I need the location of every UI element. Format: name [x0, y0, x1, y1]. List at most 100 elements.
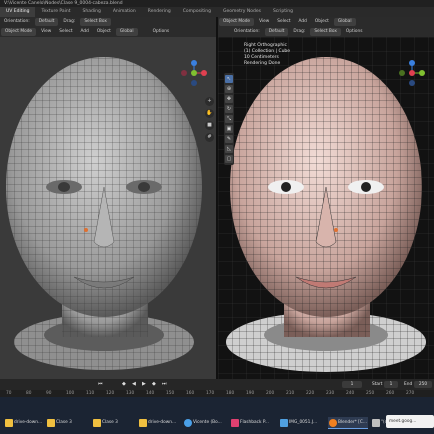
annotate-tool-icon[interactable]: ✎ [225, 135, 233, 143]
end-frame-field[interactable]: 250 [414, 381, 432, 388]
tick-label: 150 [166, 391, 175, 396]
cursor-tool-icon[interactable]: ⊕ [225, 85, 233, 93]
next-keyframe-icon[interactable]: ◆ [152, 381, 156, 388]
menu-add[interactable]: Add [77, 27, 93, 37]
render-status: Rendering Done [244, 61, 281, 66]
taskbar-item-label: Clase 3 [102, 420, 118, 425]
navigation-gizmo-right[interactable] [398, 59, 426, 87]
jump-end-icon[interactable]: ⏭ [162, 381, 167, 388]
camera-icon[interactable]: ■ [205, 121, 214, 130]
orientation-label-right: Orientation: [234, 29, 260, 34]
mode-dropdown-right[interactable]: Object Mode [219, 18, 255, 26]
rotate-tool-icon[interactable]: ↻ [225, 105, 233, 113]
menu-select[interactable]: Select [55, 27, 76, 37]
viewport-header-right-2: Orientation: Default Drag: Select Box Option… [218, 27, 434, 37]
tick-label: 210 [286, 391, 295, 396]
menu-select-right[interactable]: Select [273, 17, 294, 27]
tick-label: 260 [386, 391, 395, 396]
tick-label: 140 [146, 391, 155, 396]
taskbar-item-label: Vicente (Bo... [193, 420, 222, 425]
drag-label-right: Drag: [293, 29, 306, 34]
tab-compositing[interactable]: Compositing [177, 7, 217, 17]
options-dropdown[interactable]: Options [149, 27, 174, 37]
play-reverse-icon[interactable]: ◀ [132, 381, 136, 388]
menu-view-right[interactable]: View [255, 17, 273, 27]
tab-rendering[interactable]: Rendering [142, 7, 177, 17]
prev-keyframe-icon[interactable]: ◆ [122, 381, 126, 388]
grid-icon[interactable]: # [205, 133, 214, 142]
menu-add-right[interactable]: Add [295, 17, 311, 27]
mode-dropdown[interactable]: Object Mode [1, 28, 37, 36]
window-title-bar: V:\Vicente Canelo\Nodes\Clase 9_0004-cab… [0, 0, 434, 7]
taskbar-item-label: Blender* [C... [338, 420, 367, 425]
tab-shading[interactable]: Shading [77, 7, 107, 17]
viewport-info: Right Orthographic (1) Collection | Cube… [244, 43, 290, 67]
transform-orientation-right[interactable]: Global [333, 18, 356, 26]
zoom-icon[interactable]: + [205, 97, 214, 106]
viewport-solid[interactable]: Orientation: Default Drag: Select Box Objec… [0, 17, 216, 379]
window-title: V:\Vicente Canelo\Nodes\Clase 9_0004-cab… [4, 1, 123, 6]
tick-label: 190 [246, 391, 255, 396]
folder-icon [5, 419, 13, 427]
start-label: Start [372, 382, 383, 387]
measure-tool-icon[interactable]: ◺ [225, 145, 233, 153]
jump-start-icon[interactable]: ⏮ [98, 381, 103, 388]
tick-label: 240 [346, 391, 355, 396]
taskbar-item-drive-download-2[interactable]: drive-down... [138, 417, 180, 429]
tab-geometry-nodes[interactable]: Geometry Nodes [217, 7, 267, 17]
tick-label: 120 [106, 391, 115, 396]
viewport-rendered[interactable]: Object Mode View Select Add Object Global Ori… [218, 17, 434, 379]
viewport-header-left-top: Orientation: Default Drag: Select Box [0, 17, 216, 27]
drag-dropdown[interactable]: Select Box [80, 18, 111, 26]
start-frame-field[interactable]: 1 [384, 381, 398, 388]
transform-orientation[interactable]: Global [115, 28, 138, 36]
options-dropdown-right[interactable]: Options [342, 27, 367, 37]
drag-label: Drag: [63, 19, 76, 24]
add-cube-tool-icon[interactable]: ▢ [225, 155, 233, 163]
menu-object-right[interactable]: Object [311, 17, 333, 27]
tick-label: 200 [266, 391, 275, 396]
play-icon[interactable]: ▶ [142, 381, 146, 388]
menu-view[interactable]: View [37, 27, 55, 37]
taskbar-item-drive-download-1[interactable]: drive-down... [4, 417, 44, 429]
orientation-dropdown-right[interactable]: Default [264, 28, 289, 36]
taskbar-item-blender[interactable]: Blender* [C... [328, 417, 368, 429]
scale-tool-icon[interactable]: ⤡ [225, 115, 233, 123]
tick-label: 170 [206, 391, 215, 396]
navigation-gizmo-left[interactable] [180, 59, 208, 87]
taskbar-item-flashback[interactable]: Flashback P... [230, 417, 276, 429]
transform-tool-icon[interactable]: ▣ [225, 125, 233, 133]
orientation-dropdown[interactable]: Default [34, 18, 59, 26]
tick-label: 250 [366, 391, 375, 396]
timeline-ruler[interactable]: 70 80 90 100 110 120 130 140 150 160 170… [0, 390, 434, 397]
hand-icon[interactable]: ✋ [205, 109, 214, 118]
select-tool-icon[interactable]: ↖ [225, 75, 233, 83]
photo-icon [280, 419, 288, 427]
viewport-header-right: Object Mode View Select Add Object Global [218, 17, 434, 27]
taskbar-item-clase-3-b[interactable]: Clase 3 [92, 417, 132, 429]
current-frame-field[interactable]: 1 [342, 381, 362, 388]
tick-label: 130 [126, 391, 135, 396]
toolbar-right: ↖ ⊕ ✥ ↻ ⤡ ▣ ✎ ◺ ▢ [224, 73, 234, 165]
meet-popup[interactable]: meet.goog... [386, 415, 434, 428]
taskbar-item-image[interactable]: IMG_0051.J... [279, 417, 325, 429]
blender-icon [329, 419, 337, 427]
browser-icon [372, 419, 380, 427]
tab-texture-paint[interactable]: Texture Paint [35, 7, 76, 17]
head-mesh-rendered [218, 37, 434, 379]
tab-animation[interactable]: Animation [107, 7, 142, 17]
drag-dropdown-right[interactable]: Select Box [310, 28, 341, 36]
move-tool-icon[interactable]: ✥ [225, 95, 233, 103]
tab-scripting[interactable]: Scripting [267, 7, 299, 17]
os-taskbar: drive-down... Clase 3 Clase 3 drive-down… [0, 397, 434, 434]
taskbar-item-label: drive-down... [14, 420, 43, 425]
folder-icon [47, 419, 55, 427]
taskbar-item-label: IMG_0051.J... [289, 420, 318, 425]
chrome-icon [184, 419, 192, 427]
taskbar-item-clase-3-a[interactable]: Clase 3 [46, 417, 86, 429]
tick-label: 180 [226, 391, 235, 396]
tick-label: 70 [6, 391, 12, 396]
menu-object[interactable]: Object [93, 27, 115, 37]
tab-uv-editing[interactable]: UV Editing [0, 7, 36, 17]
taskbar-item-chrome-vicente[interactable]: Vicente (Bo... [183, 417, 227, 429]
